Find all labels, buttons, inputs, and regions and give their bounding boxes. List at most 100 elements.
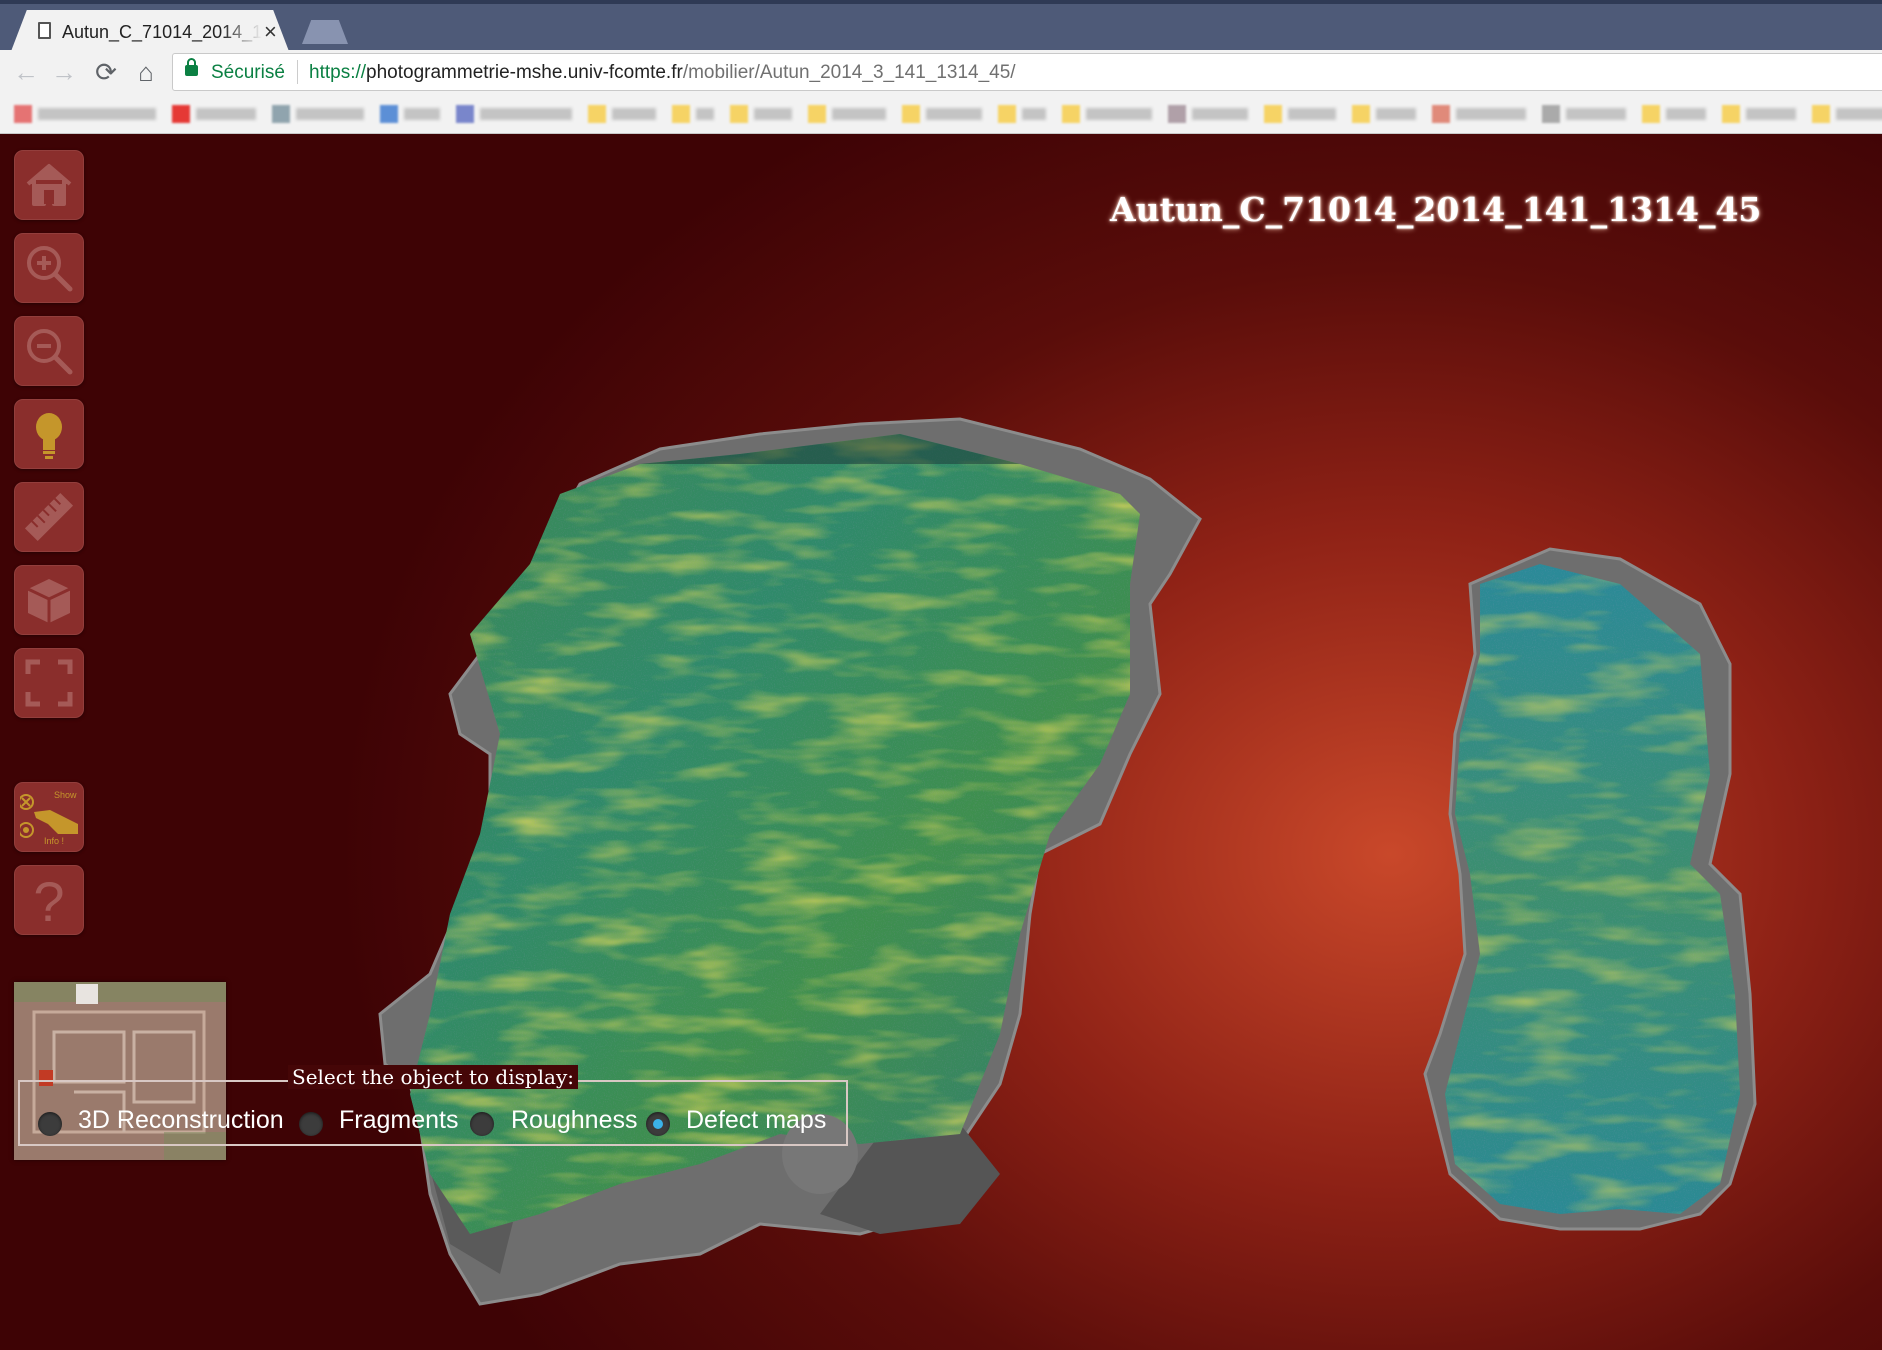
bookmark-favicon-icon (1062, 105, 1080, 123)
bookmark-label (1192, 108, 1248, 120)
browser-tabstrip: Autun_C_71014_2014_141_1314_45 × (0, 0, 1882, 54)
show-info-button[interactable]: Show Info ! (14, 782, 84, 852)
bookmark-favicon-icon (730, 105, 748, 123)
new-tab-button[interactable] (302, 20, 348, 44)
bookmark-item[interactable] (380, 105, 440, 123)
bookmark-label (1836, 108, 1882, 120)
bookmark-favicon-icon (172, 105, 190, 123)
tab-close-icon[interactable]: × (264, 19, 277, 45)
radio-roughness[interactable] (470, 1112, 494, 1136)
home-button[interactable] (14, 150, 84, 220)
ruler-icon (24, 492, 74, 542)
bookmark-label (1086, 108, 1152, 120)
bookmark-item[interactable] (1812, 105, 1882, 123)
bookmark-favicon-icon (1722, 105, 1740, 123)
document-icon (38, 22, 51, 39)
bookmark-label (1288, 108, 1336, 120)
bookmark-favicon-icon (808, 105, 826, 123)
lock-icon (185, 58, 198, 76)
bookmark-item[interactable] (588, 105, 656, 123)
bookmark-label (926, 108, 982, 120)
bookmark-item[interactable] (672, 105, 714, 123)
label-roughness[interactable]: Roughness (511, 1106, 637, 1135)
bookmark-label (1566, 108, 1626, 120)
back-arrow-icon[interactable]: ← (8, 54, 44, 90)
tab-title: Autun_C_71014_2014_141_1314_45 (62, 22, 262, 42)
bookmark-label (1022, 108, 1046, 120)
browser-toolbar: ← → ⟳ ⌂ Sécurisé https://photogrammetrie… (0, 50, 1882, 94)
bookmark-item[interactable] (456, 105, 572, 123)
bookmark-favicon-icon (1168, 105, 1186, 123)
secure-label: Sécurisé (211, 62, 285, 83)
label-3d-reconstruction[interactable]: 3D Reconstruction (78, 1106, 284, 1135)
zoom-in-icon (27, 246, 73, 292)
zoom-out-button[interactable] (14, 316, 84, 386)
fragment-large[interactable] (378, 414, 1202, 1306)
bookmark-label (1456, 108, 1526, 120)
lightbulb-icon (36, 413, 62, 459)
bookmark-favicon-icon (902, 105, 920, 123)
bookmark-item[interactable] (1352, 105, 1416, 123)
zoom-out-icon (27, 329, 73, 375)
model-title: Autun_C_71014_2014_141_1314_45 (1110, 190, 1762, 229)
fullscreen-button[interactable] (14, 648, 84, 718)
bookmark-item[interactable] (1542, 105, 1626, 123)
bookmark-label (612, 108, 656, 120)
bookmark-item[interactable] (272, 105, 364, 123)
bookmark-favicon-icon (1432, 105, 1450, 123)
bookmark-label (1746, 108, 1796, 120)
bookmark-item[interactable] (902, 105, 982, 123)
bookmark-favicon-icon (1352, 105, 1370, 123)
radio-3d-reconstruction[interactable] (38, 1112, 62, 1136)
bookmark-favicon-icon (1642, 105, 1660, 123)
bookmark-label (404, 108, 440, 120)
bookmark-item[interactable] (172, 105, 256, 123)
object-selector-legend: Select the object to display: (288, 1065, 579, 1089)
radio-fragments[interactable] (299, 1112, 323, 1136)
bookmark-favicon-icon (998, 105, 1016, 123)
bookmark-item[interactable] (1062, 105, 1152, 123)
measure-button[interactable] (14, 482, 84, 552)
bookmark-favicon-icon (588, 105, 606, 123)
bookmark-item[interactable] (730, 105, 792, 123)
bookmark-item[interactable] (998, 105, 1046, 123)
bookmark-label (1666, 108, 1706, 120)
url-host: photogrammetrie-mshe.univ-fcomte.fr (366, 62, 683, 83)
bookmark-favicon-icon (1542, 105, 1560, 123)
radio-defect-maps[interactable] (646, 1112, 670, 1136)
home-nav-icon[interactable]: ⌂ (128, 54, 164, 90)
label-fragments[interactable]: Fragments (339, 1106, 458, 1135)
bookmark-label (480, 108, 572, 120)
browser-tab[interactable]: Autun_C_71014_2014_141_1314_45 × (10, 10, 290, 54)
help-button[interactable]: ? (14, 865, 84, 935)
bookmark-favicon-icon (1812, 105, 1830, 123)
bookmark-item[interactable] (1722, 105, 1796, 123)
home-icon (26, 164, 72, 206)
hotspot-info-icon: Show Info ! (20, 790, 78, 846)
bookmark-item[interactable] (1168, 105, 1248, 123)
3d-viewer[interactable]: Autun_C_71014_2014_141_1314_45 Show Info… (0, 134, 1882, 1350)
bookmark-item[interactable] (808, 105, 886, 123)
bookmark-item[interactable] (14, 105, 156, 123)
bookmark-favicon-icon (672, 105, 690, 123)
reload-icon[interactable]: ⟳ (88, 54, 124, 90)
hotspot-show-label: Show (54, 790, 77, 800)
bookmark-item[interactable] (1432, 105, 1526, 123)
zoom-in-button[interactable] (14, 233, 84, 303)
bookmark-item[interactable] (1642, 105, 1706, 123)
section-button[interactable] (14, 565, 84, 635)
bookmark-item[interactable] (1264, 105, 1336, 123)
help-icon: ? (33, 871, 64, 929)
cube-icon (27, 579, 71, 623)
fragment-small[interactable] (1423, 547, 1757, 1231)
label-defect-maps[interactable]: Defect maps (686, 1106, 826, 1135)
light-button[interactable] (14, 399, 84, 469)
url-scheme: https:// (309, 62, 367, 83)
forward-arrow-icon[interactable]: → (46, 54, 82, 90)
bookmark-favicon-icon (272, 105, 290, 123)
bookmark-label (832, 108, 886, 120)
fullscreen-icon (25, 659, 73, 707)
model-canvas[interactable] (0, 134, 1882, 1350)
bookmark-label (754, 108, 792, 120)
address-bar[interactable]: Sécurisé https://photogrammetrie-mshe.un… (172, 53, 1882, 91)
